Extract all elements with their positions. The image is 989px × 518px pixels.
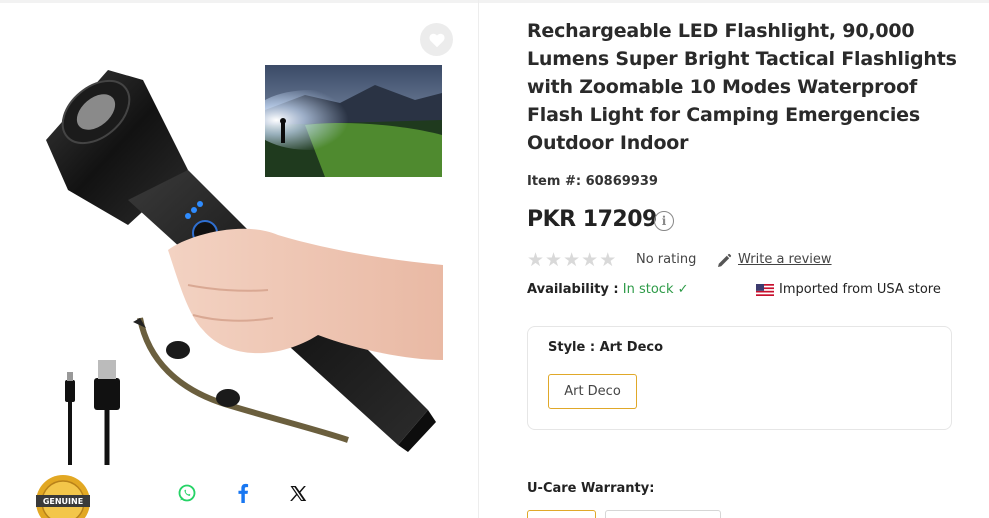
- warranty-option[interactable]: [605, 510, 721, 518]
- check-icon: ✓: [677, 282, 689, 297]
- availability: Availability : In stock ✓: [527, 282, 689, 297]
- item-number-label: Item #:: [527, 174, 582, 189]
- share-facebook-button[interactable]: [232, 482, 254, 504]
- whatsapp-icon: [178, 484, 196, 502]
- style-label: Style : Art Deco: [548, 340, 664, 355]
- rating-stars: ★ ★ ★ ★ ★: [527, 250, 616, 270]
- style-option-art-deco[interactable]: Art Deco: [548, 374, 637, 409]
- product-title: Rechargeable LED Flashlight, 90,000 Lume…: [527, 20, 957, 154]
- share-whatsapp-button[interactable]: [176, 482, 198, 504]
- genuine-badge: GENUINE: [36, 475, 90, 518]
- imported-from-text: Imported from USA store: [779, 282, 941, 297]
- star-icon: ★: [545, 249, 563, 271]
- star-icon: ★: [563, 249, 581, 271]
- us-flag-icon: [756, 284, 774, 296]
- write-review-link[interactable]: Write a review: [738, 252, 832, 267]
- item-number-value: 60869939: [585, 174, 658, 189]
- genuine-badge-text: GENUINE: [43, 497, 83, 506]
- wishlist-button[interactable]: [420, 23, 453, 56]
- warranty-label: U-Care Warranty:: [527, 481, 655, 496]
- product-thumbnail[interactable]: [265, 65, 442, 177]
- star-icon: ★: [527, 249, 545, 271]
- facebook-icon: [238, 483, 249, 503]
- share-x-button[interactable]: [287, 482, 309, 504]
- x-icon: [290, 485, 307, 501]
- rating-text: No rating: [636, 252, 697, 267]
- column-divider: [478, 0, 479, 518]
- product-price: PKR 17209: [527, 207, 657, 232]
- pencil-icon[interactable]: [716, 253, 732, 269]
- warranty-option[interactable]: [527, 510, 596, 518]
- heart-icon: [428, 33, 445, 47]
- availability-status: In stock: [622, 282, 674, 297]
- style-selector: Style : Art Deco Art Deco: [527, 326, 952, 430]
- item-number: Item #: 60869939: [527, 174, 658, 189]
- info-icon[interactable]: i: [654, 211, 674, 231]
- availability-label: Availability :: [527, 282, 619, 297]
- star-icon: ★: [599, 249, 617, 271]
- star-icon: ★: [581, 249, 599, 271]
- product-gallery: GENUINE: [0, 0, 480, 518]
